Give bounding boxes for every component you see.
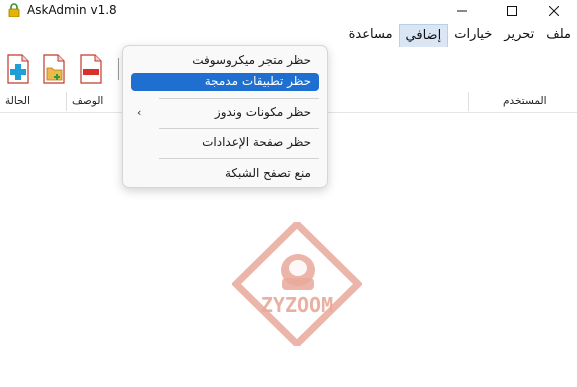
menu-option-label: حظر تطبيقات مدمجة [204,74,311,88]
menu-option-label: حظر متجر ميكروسوفت [192,53,311,67]
window-title: AskAdmin v1.8 [27,3,117,17]
column-status[interactable]: الحالة [5,95,30,107]
menu-extra[interactable]: إضافي [398,24,449,47]
minimize-button[interactable] [439,0,485,22]
extra-menu-dropdown: حظر متجر ميكروسوفت حظر تطبيقات مدمجة › ح… [122,45,328,188]
menu-option-label: منع تصفح الشبكة [224,166,311,180]
chevron-right-icon: › [137,106,142,119]
maximize-icon [507,6,517,16]
column-divider[interactable] [66,92,67,111]
remove-file-icon [80,54,102,84]
add-item-button[interactable] [5,54,31,84]
column-user[interactable]: المستخدم [503,95,547,107]
menu-option-block-network-browsing[interactable]: منع تصفح الشبكة [131,165,319,183]
title-bar: AskAdmin v1.8 [0,0,577,22]
lock-app-icon [8,3,20,17]
menu-option-block-builtin-apps[interactable]: حظر تطبيقات مدمجة [131,73,319,91]
menu-file[interactable]: ملف [540,24,577,46]
menu-option-label: حظر مكونات وندوز [214,105,311,119]
zyzoom-watermark-logo: ZYZOOM [232,222,362,346]
menu-separator [159,98,319,99]
menu-option-block-ms-store[interactable]: حظر متجر ميكروسوفت [131,52,319,70]
menu-help[interactable]: مساعدة [343,24,399,46]
menu-edit[interactable]: تحرير [498,24,540,46]
menu-option-label: حظر صفحة الإعدادات [202,135,311,149]
menu-bar: ملف تحرير خيارات إضافي مساعدة [0,24,577,47]
remove-item-button[interactable] [78,54,104,84]
maximize-button[interactable] [489,0,535,22]
menu-option-block-windows-components[interactable]: › حظر مكونات وندوز [131,104,319,122]
menu-option-block-settings-page[interactable]: حظر صفحة الإعدادات [131,134,319,152]
add-file-icon [7,54,29,84]
menu-separator [159,158,319,159]
column-divider[interactable] [468,92,469,111]
add-folder-icon [43,54,65,84]
column-description[interactable]: الوصف [72,95,103,107]
add-folder-button[interactable] [41,54,67,84]
toolbar-separator [118,58,119,80]
menu-options[interactable]: خيارات [448,24,498,46]
watermark-text: ZYZOOM [261,293,333,317]
menu-separator [159,128,319,129]
close-icon [549,6,559,16]
close-button[interactable] [531,0,577,22]
minimize-icon [457,10,467,12]
